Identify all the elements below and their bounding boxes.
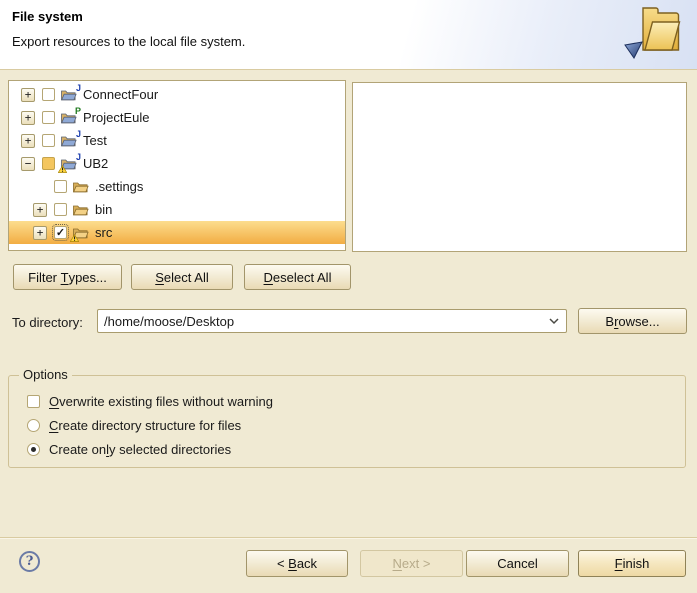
warning-icon xyxy=(58,165,67,173)
expand-icon[interactable]: + xyxy=(21,134,35,148)
options-group-label: Options xyxy=(19,367,72,382)
tree-item-label: bin xyxy=(95,202,112,217)
checkbox[interactable] xyxy=(27,395,40,408)
checkbox[interactable] xyxy=(54,180,67,193)
tree-item-test[interactable]: + J Test xyxy=(9,129,345,152)
folder-warning-icon xyxy=(72,225,90,240)
expand-icon[interactable]: + xyxy=(33,226,47,240)
chevron-down-icon[interactable] xyxy=(542,310,566,332)
checkbox[interactable] xyxy=(42,88,55,101)
checkbox[interactable] xyxy=(42,134,55,147)
option-create-selected[interactable]: Create only selected directories xyxy=(27,439,231,459)
checkbox-grayed[interactable] xyxy=(42,157,55,170)
options-group: Options Overwrite existing files without… xyxy=(8,375,686,468)
expand-icon[interactable]: + xyxy=(33,203,47,217)
help-button[interactable]: ? xyxy=(19,551,40,572)
option-create-structure[interactable]: Create directory structure for files xyxy=(27,415,241,435)
option-overwrite[interactable]: Overwrite existing files without warning xyxy=(27,391,273,411)
java-project-icon: J xyxy=(60,133,78,148)
page-description: Export resources to the local file syste… xyxy=(12,34,245,49)
directory-combo[interactable]: /home/moose/Desktop xyxy=(97,309,567,333)
expand-icon[interactable]: + xyxy=(21,88,35,102)
collapse-icon[interactable]: − xyxy=(21,157,35,171)
tree-item-ub2[interactable]: − J UB2 xyxy=(9,152,345,175)
tree-item-label: src xyxy=(95,225,112,240)
resource-tree: + J ConnectFour + P ProjectEule + J Test… xyxy=(8,80,346,251)
folder-icon xyxy=(72,179,90,194)
java-decorator: J xyxy=(76,83,81,93)
java-decorator: J xyxy=(76,129,81,139)
export-folder-icon xyxy=(617,2,689,62)
directory-value: /home/moose/Desktop xyxy=(98,314,542,329)
java-project-warning-icon: J xyxy=(60,156,78,171)
tree-item-label: UB2 xyxy=(83,156,108,171)
option-label: Create only selected directories xyxy=(49,442,231,457)
option-label: Overwrite existing files without warning xyxy=(49,394,273,409)
browse-button[interactable]: Browse... xyxy=(578,308,687,334)
page-title: File system xyxy=(12,9,83,24)
file-list-panel[interactable] xyxy=(352,82,687,252)
tree-item-label: .settings xyxy=(95,179,143,194)
wizard-header: File system Export resources to the loca… xyxy=(0,0,697,70)
checkbox[interactable] xyxy=(54,203,67,216)
project-icon: P xyxy=(60,110,78,125)
question-mark-icon: ? xyxy=(26,554,34,569)
option-label: Create directory structure for files xyxy=(49,418,241,433)
select-all-button[interactable]: Select All xyxy=(131,264,233,290)
cancel-button[interactable]: Cancel xyxy=(466,550,569,577)
folder-icon xyxy=(72,202,90,217)
tree-item-label: ConnectFour xyxy=(83,87,158,102)
tree-item-bin[interactable]: + bin xyxy=(9,198,345,221)
tree-item-projecteule[interactable]: + P ProjectEule xyxy=(9,106,345,129)
java-project-icon: J xyxy=(60,87,78,102)
checkmark-icon: ✓ xyxy=(56,228,65,238)
tree-item-label: Test xyxy=(83,133,107,148)
tree-item-src[interactable]: + ✓ src xyxy=(9,221,345,244)
tree-item-connectfour[interactable]: + J ConnectFour xyxy=(9,83,345,106)
tree-item-settings[interactable]: .settings xyxy=(9,175,345,198)
expand-icon[interactable]: + xyxy=(21,111,35,125)
radio-button[interactable] xyxy=(27,419,40,432)
checkbox[interactable] xyxy=(42,111,55,124)
filter-types-button[interactable]: Filter Types... xyxy=(13,264,122,290)
deselect-all-button[interactable]: Deselect All xyxy=(244,264,351,290)
warning-icon xyxy=(70,234,79,242)
tree-item-label: ProjectEule xyxy=(83,110,149,125)
finish-button[interactable]: Finish xyxy=(578,550,686,577)
back-button[interactable]: < Back xyxy=(246,550,348,577)
footer-separator xyxy=(0,537,697,539)
checkbox-checked[interactable]: ✓ xyxy=(54,226,67,239)
to-directory-label: To directory: xyxy=(12,315,83,330)
project-decorator: P xyxy=(75,106,81,116)
next-button: Next > xyxy=(360,550,463,577)
java-decorator: J xyxy=(76,152,81,162)
radio-button-selected[interactable] xyxy=(27,443,40,456)
